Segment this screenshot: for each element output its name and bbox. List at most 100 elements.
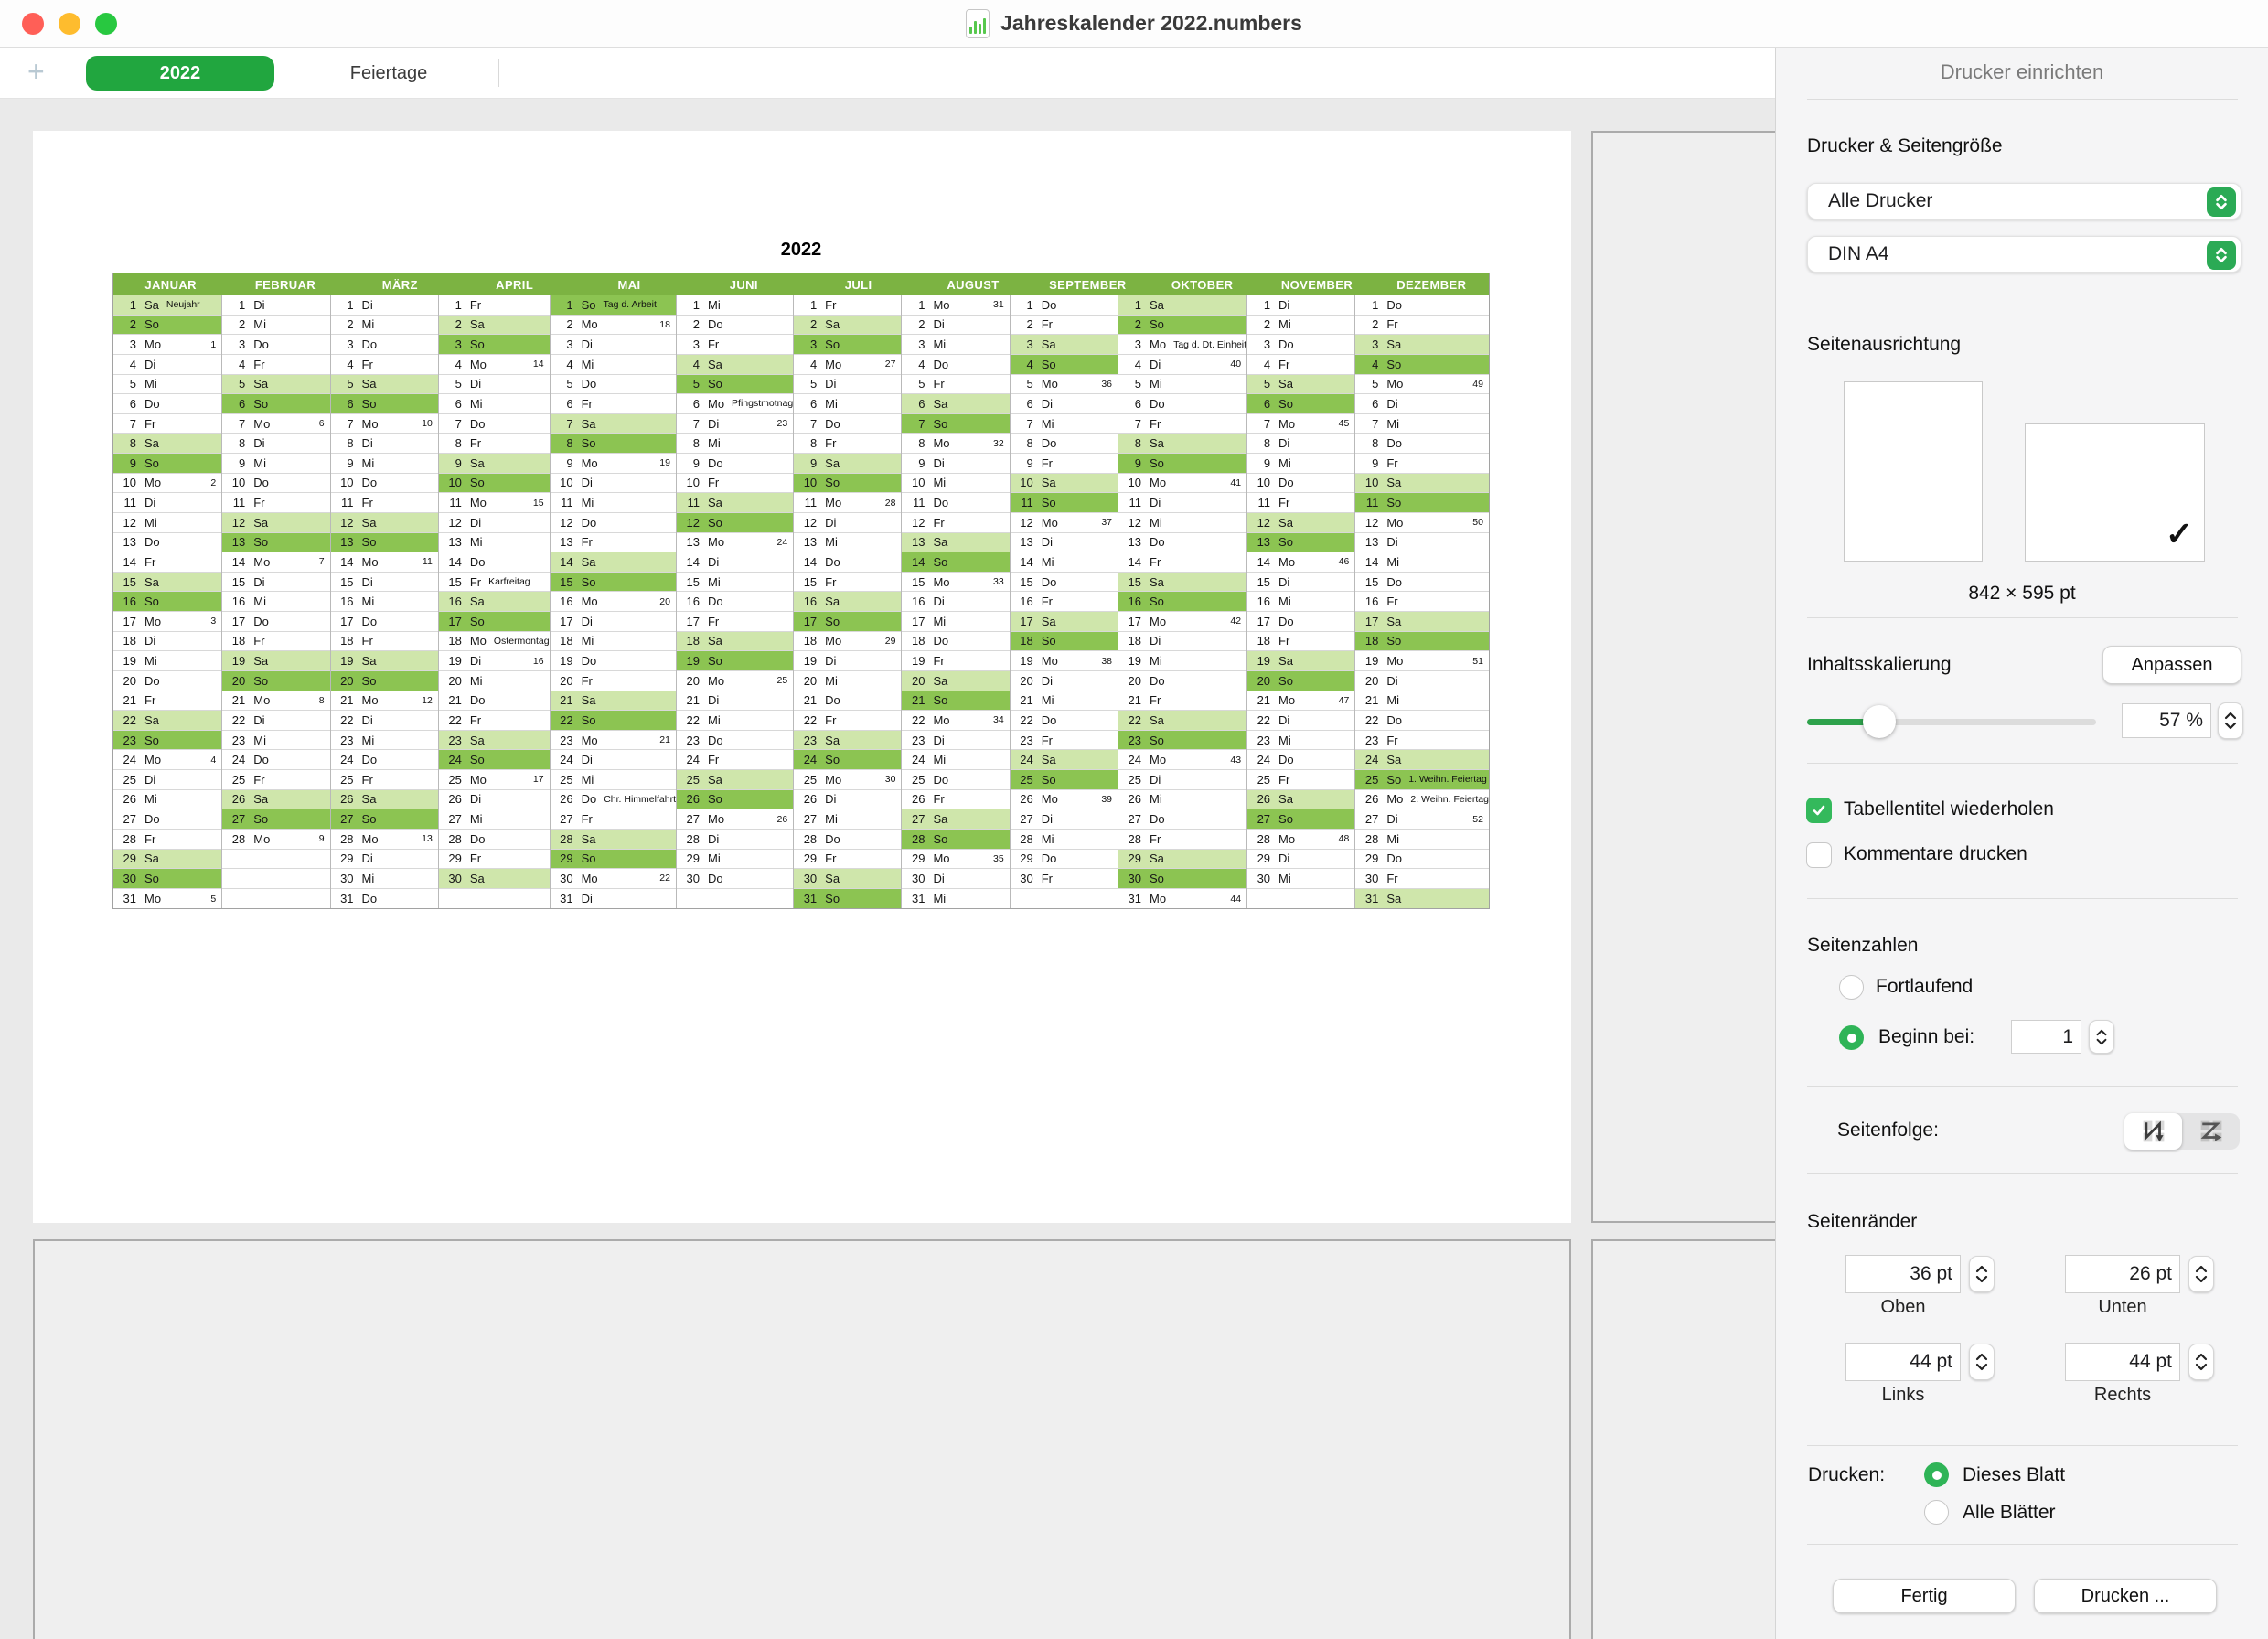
- day-cell[interactable]: 26Mo2. Weihn. Feiertag: [1355, 790, 1489, 810]
- day-cell[interactable]: 28Mi: [1355, 830, 1489, 850]
- day-cell[interactable]: 12Mi: [113, 513, 221, 533]
- day-cell[interactable]: 28So: [902, 830, 1009, 850]
- day-cell[interactable]: 3Do: [222, 335, 329, 355]
- day-cell[interactable]: 20Mi: [794, 671, 901, 691]
- margin-bottom-field[interactable]: 26 pt: [2065, 1255, 2180, 1293]
- day-cell[interactable]: 28Mo48: [1247, 830, 1354, 850]
- day-cell[interactable]: 19Sa: [1247, 651, 1354, 671]
- day-cell[interactable]: 29Di: [1247, 850, 1354, 870]
- day-cell[interactable]: 17Sa: [1355, 612, 1489, 632]
- day-cell[interactable]: 13Fr: [551, 533, 676, 553]
- day-cell[interactable]: 31Mo5: [113, 889, 221, 909]
- day-cell[interactable]: 14Do: [439, 552, 550, 573]
- day-cell[interactable]: 19Mi: [113, 651, 221, 671]
- day-cell[interactable]: 24Mi: [902, 750, 1009, 770]
- day-cell[interactable]: 26Sa: [1247, 790, 1354, 810]
- day-cell[interactable]: 24Mo4: [113, 750, 221, 770]
- day-cell[interactable]: 3Sa: [1011, 335, 1118, 355]
- day-cell[interactable]: 27Mi: [439, 809, 550, 830]
- day-cell[interactable]: 10Fr: [677, 474, 793, 494]
- day-cell[interactable]: 2Mi: [222, 316, 329, 336]
- day-cell[interactable]: 20Mi: [439, 671, 550, 691]
- day-cell[interactable]: 14Mo46: [1247, 552, 1354, 573]
- day-cell[interactable]: 5Sa: [1247, 375, 1354, 395]
- day-cell[interactable]: 29Mi: [677, 850, 793, 870]
- print-comments-checkbox[interactable]: [1806, 842, 1832, 868]
- day-cell[interactable]: 8Sa: [1118, 434, 1246, 454]
- day-cell[interactable]: 8Mo32: [902, 434, 1009, 454]
- day-cell[interactable]: 25Sa: [677, 770, 793, 790]
- day-cell[interactable]: 17Sa: [1011, 612, 1118, 632]
- day-cell[interactable]: 30So: [1118, 869, 1246, 889]
- day-cell[interactable]: 6Sa: [902, 394, 1009, 414]
- day-cell[interactable]: 3Mi: [902, 335, 1009, 355]
- day-cell[interactable]: 19Sa: [331, 651, 438, 671]
- day-cell[interactable]: 5So: [677, 375, 793, 395]
- empty-cell[interactable]: [1011, 889, 1118, 909]
- day-cell[interactable]: 16Fr: [1011, 592, 1118, 612]
- day-cell[interactable]: 26DoChr. Himmelfahrt: [551, 790, 676, 810]
- day-cell[interactable]: 21Mo12: [331, 691, 438, 712]
- day-cell[interactable]: 6So: [331, 394, 438, 414]
- day-cell[interactable]: 9Fr: [1355, 454, 1489, 474]
- day-cell[interactable]: 6Di: [1355, 394, 1489, 414]
- day-cell[interactable]: 27Mo26: [677, 809, 793, 830]
- day-cell[interactable]: 2Sa: [794, 316, 901, 336]
- day-cell[interactable]: 28Di: [677, 830, 793, 850]
- preview-page-3[interactable]: [1591, 131, 1775, 1223]
- day-cell[interactable]: 26Fr: [902, 790, 1009, 810]
- day-cell[interactable]: 28Sa: [551, 830, 676, 850]
- day-cell[interactable]: 21Do: [794, 691, 901, 712]
- day-cell[interactable]: 14Mo7: [222, 552, 329, 573]
- day-cell[interactable]: 7Do: [794, 414, 901, 434]
- day-cell[interactable]: 23Di: [902, 731, 1009, 751]
- day-cell[interactable]: 1Do: [1355, 295, 1489, 316]
- day-cell[interactable]: 1Di: [222, 295, 329, 316]
- day-cell[interactable]: 30Mo22: [551, 869, 676, 889]
- close-window-button[interactable]: [22, 13, 44, 35]
- day-cell[interactable]: 18Fr: [222, 632, 329, 652]
- day-cell[interactable]: 29So: [551, 850, 676, 870]
- day-cell[interactable]: 15Fr: [794, 573, 901, 593]
- day-cell[interactable]: 29Mo35: [902, 850, 1009, 870]
- day-cell[interactable]: 14Do: [794, 552, 901, 573]
- slider-thumb[interactable]: [1863, 705, 1896, 738]
- day-cell[interactable]: 27Mi: [794, 809, 901, 830]
- day-cell[interactable]: 22Do: [1011, 711, 1118, 731]
- day-cell[interactable]: 3Sa: [1355, 335, 1489, 355]
- page-order-down-button[interactable]: [2124, 1113, 2182, 1150]
- day-cell[interactable]: 6So: [222, 394, 329, 414]
- print-button[interactable]: Drucken ...: [2034, 1579, 2217, 1613]
- day-cell[interactable]: 29Fr: [794, 850, 901, 870]
- day-cell[interactable]: 30Fr: [1355, 869, 1489, 889]
- day-cell[interactable]: 4So: [1355, 355, 1489, 375]
- day-cell[interactable]: 19Mi: [1118, 651, 1246, 671]
- day-cell[interactable]: 17Mi: [902, 612, 1009, 632]
- day-cell[interactable]: 31Mo44: [1118, 889, 1246, 909]
- day-cell[interactable]: 2So: [113, 316, 221, 336]
- day-cell[interactable]: 6Fr: [551, 394, 676, 414]
- day-cell[interactable]: 9Do: [677, 454, 793, 474]
- day-cell[interactable]: 23Mi: [1247, 731, 1354, 751]
- day-cell[interactable]: 21Mo8: [222, 691, 329, 712]
- day-cell[interactable]: 9Mi: [1247, 454, 1354, 474]
- day-cell[interactable]: 22Mi: [677, 711, 793, 731]
- day-cell[interactable]: 12Di: [439, 513, 550, 533]
- day-cell[interactable]: 27Do: [113, 809, 221, 830]
- day-cell[interactable]: 25Fr: [222, 770, 329, 790]
- day-cell[interactable]: 8Do: [1011, 434, 1118, 454]
- day-cell[interactable]: 2Fr: [1011, 316, 1118, 336]
- day-cell[interactable]: 20So: [1247, 671, 1354, 691]
- day-cell[interactable]: 26Di: [439, 790, 550, 810]
- day-cell[interactable]: 15Di: [222, 573, 329, 593]
- day-cell[interactable]: 30Fr: [1011, 869, 1118, 889]
- day-cell[interactable]: 17Di: [551, 612, 676, 632]
- day-cell[interactable]: 1Di: [331, 295, 438, 316]
- day-cell[interactable]: 7Sa: [551, 414, 676, 434]
- day-cell[interactable]: 2Mi: [1247, 316, 1354, 336]
- day-cell[interactable]: 13Di: [1011, 533, 1118, 553]
- day-cell[interactable]: 12Sa: [1247, 513, 1354, 533]
- day-cell[interactable]: 16Di: [902, 592, 1009, 612]
- margin-right-field[interactable]: 44 pt: [2065, 1343, 2180, 1381]
- day-cell[interactable]: 21So: [902, 691, 1009, 712]
